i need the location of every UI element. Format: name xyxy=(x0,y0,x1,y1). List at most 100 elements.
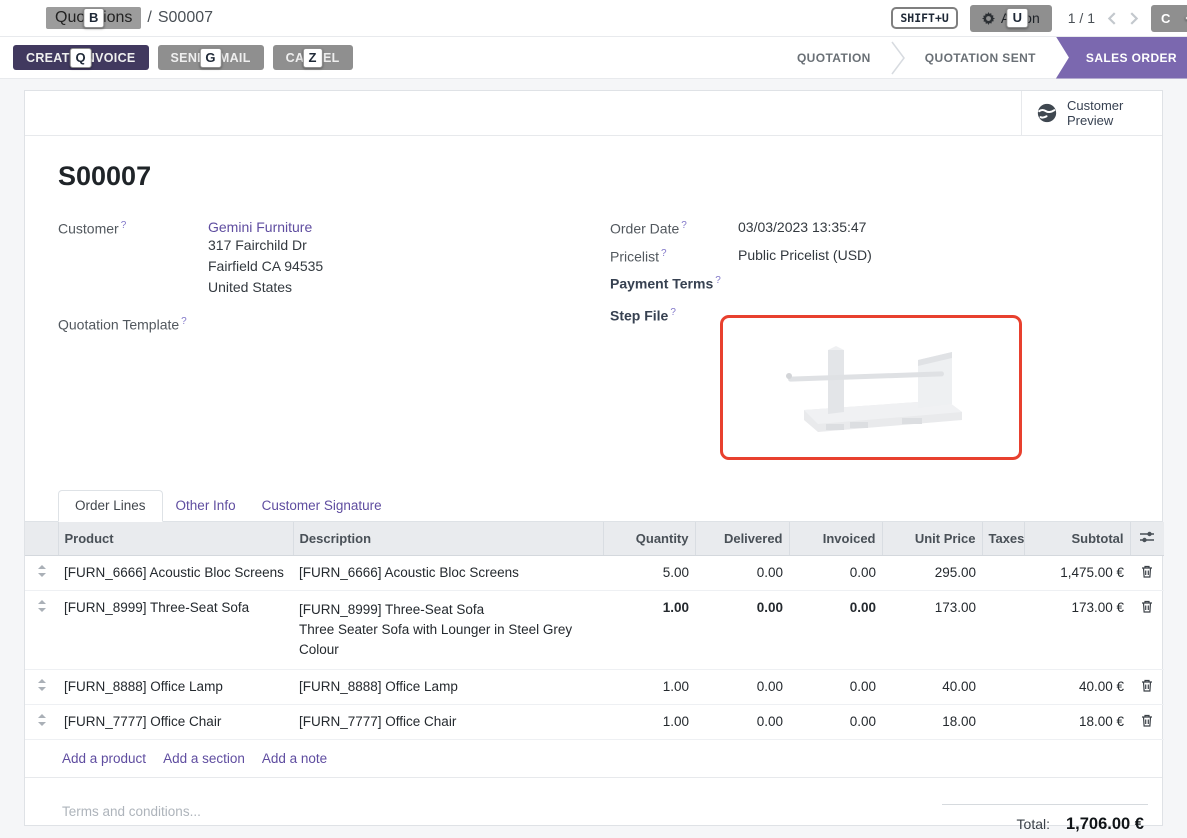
customer-label: Customer? xyxy=(58,219,208,298)
add-note-link[interactable]: Add a note xyxy=(262,751,327,766)
stage-sales-order[interactable]: SALES ORDER xyxy=(1056,37,1187,79)
cell-delivered[interactable]: 0.00 xyxy=(695,670,789,705)
help-icon[interactable]: ? xyxy=(715,275,721,286)
pricelist-label: Pricelist? xyxy=(610,247,738,265)
customer-preview-button[interactable]: Customer Preview xyxy=(1021,91,1162,135)
step-file-label: Step File? xyxy=(610,306,738,324)
field-order-date: Order Date? 03/03/2023 13:35:47 xyxy=(610,219,1129,237)
column-delivered[interactable]: Delivered xyxy=(695,522,789,556)
delete-row-icon[interactable] xyxy=(1130,556,1164,591)
cancel-button[interactable]: CANCEL Z xyxy=(273,45,353,70)
cell-delivered[interactable]: 0.00 xyxy=(695,556,789,591)
cell-product[interactable]: [FURN_7777] Office Chair xyxy=(58,705,293,740)
table-row: [FURN_6666] Acoustic Bloc Screens [FURN_… xyxy=(25,556,1164,591)
column-product[interactable]: Product xyxy=(58,522,293,556)
cell-unit-price[interactable]: 173.00 xyxy=(882,591,982,670)
send-email-button[interactable]: SEND EMAIL G xyxy=(158,45,264,70)
column-subtotal[interactable]: Subtotal xyxy=(1024,522,1130,556)
tab-customer-signature[interactable]: Customer Signature xyxy=(249,491,395,521)
action-menu-button[interactable]: Action U xyxy=(970,5,1052,32)
cell-delivered[interactable]: 0.00 xyxy=(695,591,789,670)
cell-invoiced[interactable]: 0.00 xyxy=(789,556,882,591)
cell-invoiced[interactable]: 0.00 xyxy=(789,705,882,740)
cell-product[interactable]: [FURN_8888] Office Lamp xyxy=(58,670,293,705)
globe-icon xyxy=(1036,102,1058,124)
create-button-label: C xyxy=(1161,11,1170,26)
keyboard-hint-badge: B xyxy=(83,8,104,28)
column-invoiced[interactable]: Invoiced xyxy=(789,522,882,556)
terms-and-conditions-input[interactable]: Terms and conditions... xyxy=(62,804,201,819)
list-footer-links: Add a product Add a section Add a note xyxy=(25,740,1162,778)
order-lines-table: Product Description Quantity Delivered I… xyxy=(25,522,1164,740)
cell-description[interactable]: [FURN_6666] Acoustic Bloc Screens xyxy=(293,556,603,591)
column-unit-price[interactable]: Unit Price xyxy=(882,522,982,556)
cell-quantity[interactable]: 1.00 xyxy=(603,591,695,670)
gear-icon xyxy=(982,12,995,25)
pricelist-value[interactable]: Public Pricelist (USD) xyxy=(738,247,872,265)
cell-quantity[interactable]: 1.00 xyxy=(603,670,695,705)
keyboard-hint-badge: SHIFT+U xyxy=(891,7,957,29)
drag-handle-icon[interactable] xyxy=(25,670,58,705)
optional-columns-icon[interactable] xyxy=(1130,522,1164,556)
cell-subtotal: 40.00 € xyxy=(1024,670,1130,705)
create-button[interactable]: C xyxy=(1151,5,1187,32)
help-icon[interactable]: ? xyxy=(670,307,676,318)
stage-quotation-sent[interactable]: QUOTATION SENT xyxy=(905,37,1056,79)
customer-address: 317 Fairchild Dr Fairfield CA 94535 Unit… xyxy=(208,235,323,298)
customer-link[interactable]: Gemini Furniture xyxy=(208,219,312,235)
column-description[interactable]: Description xyxy=(293,522,603,556)
cell-product[interactable]: [FURN_6666] Acoustic Bloc Screens xyxy=(58,556,293,591)
step-file-preview-box[interactable] xyxy=(720,315,1022,460)
cell-quantity[interactable]: 5.00 xyxy=(603,556,695,591)
cell-taxes[interactable] xyxy=(982,670,1024,705)
field-payment-terms: Payment Terms? xyxy=(610,274,1129,292)
add-product-link[interactable]: Add a product xyxy=(62,751,146,766)
tab-other-info[interactable]: Other Info xyxy=(163,491,249,521)
drag-handle-icon[interactable] xyxy=(25,591,58,670)
handle-column-header xyxy=(25,522,58,556)
pager-next-icon[interactable] xyxy=(1130,12,1139,25)
cell-unit-price[interactable]: 295.00 xyxy=(882,556,982,591)
payment-terms-label: Payment Terms? xyxy=(610,274,738,292)
tab-order-lines[interactable]: Order Lines xyxy=(58,490,163,522)
cell-description[interactable]: [FURN_8888] Office Lamp xyxy=(293,670,603,705)
cell-unit-price[interactable]: 40.00 xyxy=(882,670,982,705)
cell-delivered[interactable]: 0.00 xyxy=(695,705,789,740)
cell-invoiced[interactable]: 0.00 xyxy=(789,670,882,705)
cell-quantity[interactable]: 1.00 xyxy=(603,705,695,740)
cell-product[interactable]: [FURN_8999] Three-Seat Sofa xyxy=(58,591,293,670)
cell-taxes[interactable] xyxy=(982,556,1024,591)
stage-quotation[interactable]: QUOTATION xyxy=(777,37,891,79)
topbar-controls: SHIFT+U Action U 1 / 1 C xyxy=(891,5,1173,32)
column-quantity[interactable]: Quantity xyxy=(603,522,695,556)
help-icon[interactable]: ? xyxy=(121,220,127,231)
cell-taxes[interactable] xyxy=(982,705,1024,740)
breadcrumb-quotations[interactable]: Quotations B xyxy=(46,7,141,29)
add-section-link[interactable]: Add a section xyxy=(163,751,245,766)
help-icon[interactable]: ? xyxy=(181,316,187,327)
keyboard-hint-badge: U xyxy=(1007,8,1028,28)
pager-previous-icon[interactable] xyxy=(1107,12,1116,25)
column-taxes[interactable]: Taxes xyxy=(982,522,1024,556)
top-bar: Quotations B / S00007 SHIFT+U Action U 1… xyxy=(0,0,1187,37)
help-icon[interactable]: ? xyxy=(661,248,667,259)
cell-taxes[interactable] xyxy=(982,591,1024,670)
total-value: 1,706.00 € xyxy=(1066,815,1144,834)
order-date-value[interactable]: 03/03/2023 13:35:47 xyxy=(738,219,866,237)
cell-invoiced[interactable]: 0.00 xyxy=(789,591,882,670)
step-file-3d-preview xyxy=(766,338,976,438)
cell-subtotal: 1,475.00 € xyxy=(1024,556,1130,591)
cell-description[interactable]: [FURN_8999] Three-Seat Sofa Three Seater… xyxy=(293,591,603,670)
delete-row-icon[interactable] xyxy=(1130,705,1164,740)
quotation-template-label: Quotation Template? xyxy=(58,315,208,333)
drag-handle-icon[interactable] xyxy=(25,705,58,740)
pager-value: 1 / 1 xyxy=(1068,10,1095,26)
cell-description[interactable]: [FURN_7777] Office Chair xyxy=(293,705,603,740)
notebook: Order Lines Other Info Customer Signatur… xyxy=(25,490,1162,834)
create-invoice-button[interactable]: CREATE INVOICE Q xyxy=(13,45,149,70)
drag-handle-icon[interactable] xyxy=(25,556,58,591)
help-icon[interactable]: ? xyxy=(681,220,687,231)
delete-row-icon[interactable] xyxy=(1130,591,1164,670)
delete-row-icon[interactable] xyxy=(1130,670,1164,705)
cell-unit-price[interactable]: 18.00 xyxy=(882,705,982,740)
